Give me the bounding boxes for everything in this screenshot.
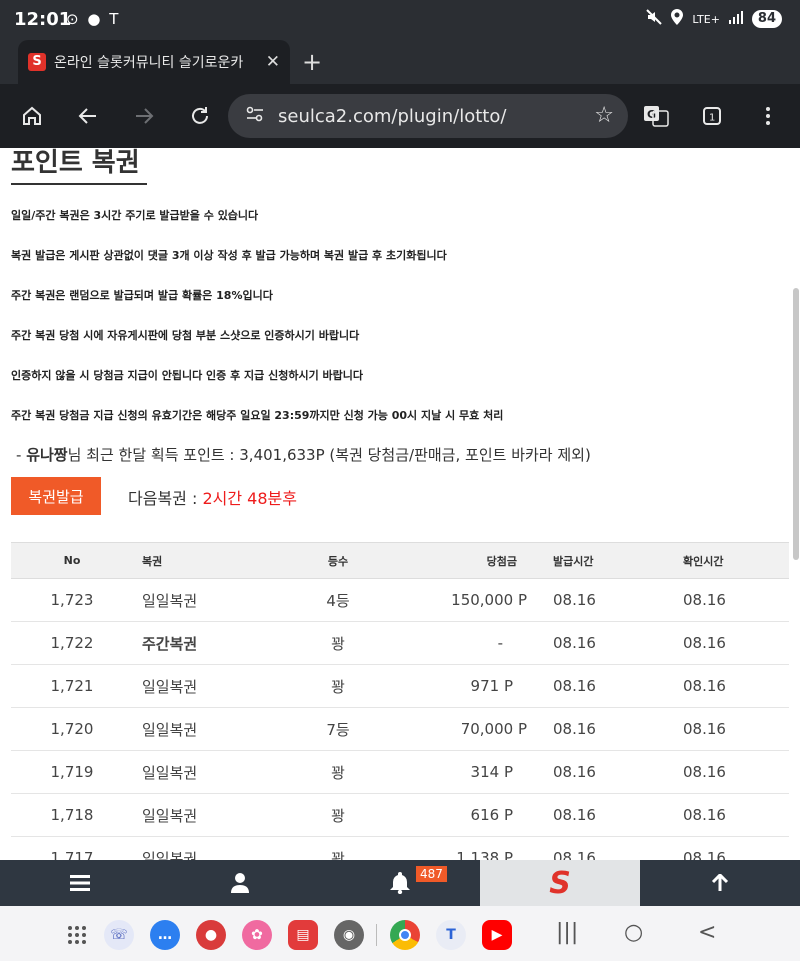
- header-issued: 발급시간: [543, 542, 663, 579]
- network-type: LTE+: [692, 12, 720, 26]
- notification-icons: ⊙ ● T: [66, 10, 121, 28]
- table-row: 1,723 일일복권 4등 150,000 P 08.16 08.16: [11, 578, 789, 622]
- mute-icon: [646, 9, 663, 29]
- notice-line: 주간 복권은 랜덤으로 발급되며 발급 확률은 18%입니다: [11, 289, 273, 302]
- header-rank: 등수: [283, 542, 393, 579]
- header-type: 복권: [133, 542, 283, 579]
- translate-icon[interactable]: G: [640, 100, 672, 132]
- user-icon: [231, 873, 249, 893]
- url-text[interactable]: seulca2.com/plugin/lotto/: [278, 106, 506, 127]
- header-prize: 당첨금: [393, 542, 543, 579]
- menu-dots-icon[interactable]: [752, 100, 784, 132]
- header-no: No: [11, 542, 133, 579]
- browser-tab[interactable]: S 온라인 슬롯커뮤니티 슬기로운카 ✕: [18, 40, 290, 84]
- location-icon: [670, 9, 684, 29]
- next-lotto-timer: 다음복권 : 2시간 48분후: [128, 489, 297, 508]
- site-favicon-icon: S: [28, 53, 46, 71]
- app-drawer-icon[interactable]: [62, 920, 92, 950]
- page-title: 포인트 복권: [11, 148, 147, 185]
- gallery-app-icon[interactable]: ✿: [242, 920, 272, 950]
- forward-arrow-icon[interactable]: [128, 100, 160, 132]
- table-header-row: No 복권 등수 당첨금 발급시간 확인시간: [11, 542, 789, 579]
- status-right-icons: LTE+ 84: [646, 9, 782, 29]
- home-icon[interactable]: [16, 100, 48, 132]
- reload-icon[interactable]: [184, 100, 216, 132]
- notice-line: 주간 복권 당첨 시에 자유게시판에 당첨 부분 스샷으로 인증하시기 바랍니다: [11, 329, 360, 342]
- recent-apps-button[interactable]: |||: [556, 920, 578, 945]
- nav-menu-button[interactable]: [0, 860, 160, 906]
- signal-icon: [728, 10, 744, 28]
- back-arrow-icon[interactable]: [72, 100, 104, 132]
- status-bar: 12:01 ⊙ ● T LTE+ 84: [0, 0, 800, 40]
- close-tab-icon[interactable]: ✕: [266, 52, 280, 72]
- browser-toolbar: seulca2.com/plugin/lotto/ ☆ G 1: [0, 84, 800, 148]
- table-row: 1,721 일일복권 꽝 971 P 08.16 08.16: [11, 664, 789, 708]
- chrome-app-icon[interactable]: [390, 920, 420, 950]
- lotto-history-table: No 복권 등수 당첨금 발급시간 확인시간 1,723 일일복권 4등 150…: [11, 542, 789, 860]
- nav-profile-button[interactable]: [160, 860, 320, 906]
- camera-app-icon[interactable]: ◉: [334, 920, 364, 950]
- nav-home-logo[interactable]: S: [480, 860, 640, 906]
- status-time: 12:01: [14, 9, 72, 30]
- next-lotto-time: 2시간 48분후: [202, 489, 297, 508]
- site-bottom-nav: 487 S: [0, 860, 800, 906]
- back-button[interactable]: <: [698, 920, 716, 945]
- contacts-app-icon[interactable]: ●: [196, 920, 226, 950]
- t-app-icon[interactable]: T: [436, 920, 466, 950]
- notice-line: 인증하지 않을 시 당첨금 지급이 안됩니다 인증 후 지급 신청하시기 바랍니…: [11, 369, 364, 382]
- dock-separator: [376, 924, 377, 946]
- arrow-up-icon: [711, 874, 729, 891]
- table-row: 1,718 일일복권 꽝 616 P 08.16 08.16: [11, 793, 789, 837]
- new-tab-icon[interactable]: +: [302, 48, 322, 76]
- username: 유나짱: [26, 446, 68, 464]
- nav-scroll-top-button[interactable]: [640, 860, 800, 906]
- header-checked: 확인시간: [663, 542, 789, 579]
- svg-text:1: 1: [709, 113, 715, 124]
- notice-line: 복권 발급은 게시판 상관없이 댓글 3개 이상 작성 후 발급 가능하며 복권…: [11, 249, 447, 262]
- site-logo-icon: S: [549, 865, 571, 901]
- page-scrollbar[interactable]: [793, 288, 799, 560]
- home-button[interactable]: ○: [624, 920, 643, 945]
- youtube-app-icon[interactable]: ▶: [482, 920, 512, 950]
- svg-text:G: G: [647, 108, 656, 121]
- address-bar[interactable]: seulca2.com/plugin/lotto/ ☆: [228, 94, 628, 138]
- site-settings-icon[interactable]: [246, 106, 264, 126]
- android-navigation-bar: ☏ … ● ✿ ▤ ◉ T ▶ ||| ○ <: [0, 906, 800, 961]
- nav-notification-button[interactable]: [320, 860, 480, 906]
- bookmark-star-icon[interactable]: ☆: [594, 103, 614, 128]
- notification-count-badge: 487: [416, 866, 447, 882]
- page-content: 포인트 복권 일일/주간 복권은 3시간 주기로 발급받을 수 있습니다 복권 …: [0, 148, 800, 860]
- table-row: 1,720 일일복권 7등 70,000 P 08.16 08.16: [11, 707, 789, 751]
- hamburger-icon: [70, 875, 90, 891]
- messages-app-icon[interactable]: …: [150, 920, 180, 950]
- notes-app-icon[interactable]: ▤: [288, 920, 318, 950]
- notice-line: 주간 복권 당첨금 지급 신청의 유효기간은 해당주 일요일 23:59까지만 …: [11, 409, 504, 422]
- phone-app-icon[interactable]: ☏: [104, 920, 134, 950]
- issue-lotto-button[interactable]: 복권발급: [11, 477, 101, 515]
- notice-line: 일일/주간 복권은 3시간 주기로 발급받을 수 있습니다: [11, 209, 259, 222]
- table-row: 1,722 주간복권 꽝 - 08.16 08.16: [11, 621, 789, 665]
- points-summary: - 유나짱님 최근 한달 획득 포인트 : 3,401,633P (복권 당첨금…: [16, 446, 591, 464]
- browser-tab-bar: S 온라인 슬롯커뮤니티 슬기로운카 ✕ +: [0, 40, 800, 84]
- table-row: 1,719 일일복권 꽝 314 P 08.16 08.16: [11, 750, 789, 794]
- bell-icon: [390, 872, 410, 894]
- battery-level: 84: [751, 10, 782, 28]
- table-row: 1,717 일일복권 꽝 1,138 P 08.16 08.16: [11, 836, 789, 860]
- tab-title: 온라인 슬롯커뮤니티 슬기로운카: [54, 55, 244, 71]
- tab-count-icon[interactable]: 1: [696, 100, 728, 132]
